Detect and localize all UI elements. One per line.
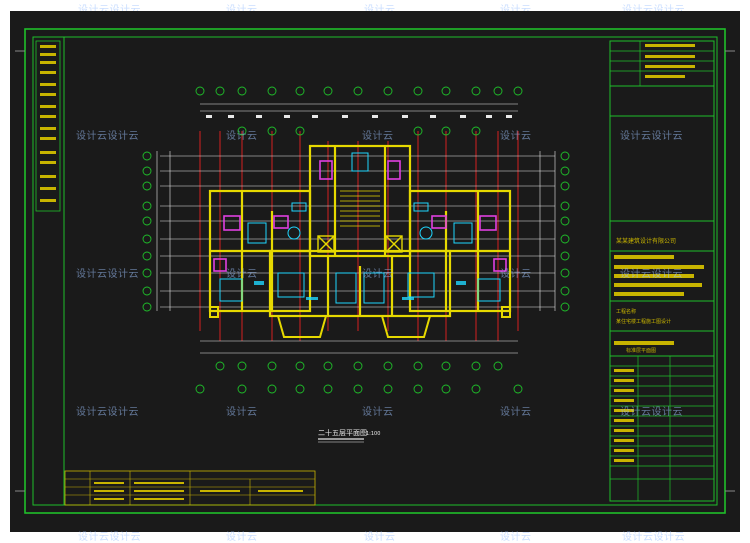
watermark-13: 设计云 xyxy=(362,407,394,418)
watermark-bottom-5: 设计云设计云 xyxy=(622,532,685,543)
company-name: 某某建筑设计有限公司 xyxy=(616,237,676,245)
sheet-title: 标准层平面图 xyxy=(626,347,656,354)
watermark-bottom-4: 设计云 xyxy=(500,532,532,543)
left-revision-strip xyxy=(35,40,61,212)
watermark-8: 设计云 xyxy=(362,269,394,280)
project-label: 工程名称 xyxy=(616,308,636,315)
watermark-bottom-1: 设计云设计云 xyxy=(78,532,141,543)
axis-bubbles-bottom xyxy=(195,361,523,394)
plan-scale: 1:100 xyxy=(366,431,380,437)
watermark-14: 设计云 xyxy=(500,407,532,418)
watermark-3: 设计云 xyxy=(362,131,394,142)
bottom-info-table xyxy=(64,470,316,506)
watermark-bottom-3: 设计云 xyxy=(364,532,396,543)
project-name: 某住宅楼工程施工图设计 xyxy=(616,318,671,325)
watermark-6: 设计云设计云 xyxy=(76,269,139,280)
watermark-2: 设计云 xyxy=(226,131,258,142)
watermark-15: 设计云设计云 xyxy=(620,407,683,418)
watermark-10: 设计云设计云 xyxy=(620,269,683,280)
plan-title-group: 二十五层平面图 1:100 xyxy=(318,428,380,443)
watermark-12: 设计云 xyxy=(226,407,258,418)
plan-title: 二十五层平面图 xyxy=(318,428,367,437)
watermark-11: 设计云设计云 xyxy=(76,407,139,418)
dimension-marks xyxy=(206,115,512,118)
watermark-9: 设计云 xyxy=(500,269,532,280)
watermark-7: 设计云 xyxy=(226,269,258,280)
watermark-5: 设计云设计云 xyxy=(620,131,683,142)
watermark-4: 设计云 xyxy=(500,131,532,142)
stair-core xyxy=(340,190,380,227)
watermark-bottom-2: 设计云 xyxy=(226,532,258,543)
watermark-1: 设计云设计云 xyxy=(76,131,139,142)
